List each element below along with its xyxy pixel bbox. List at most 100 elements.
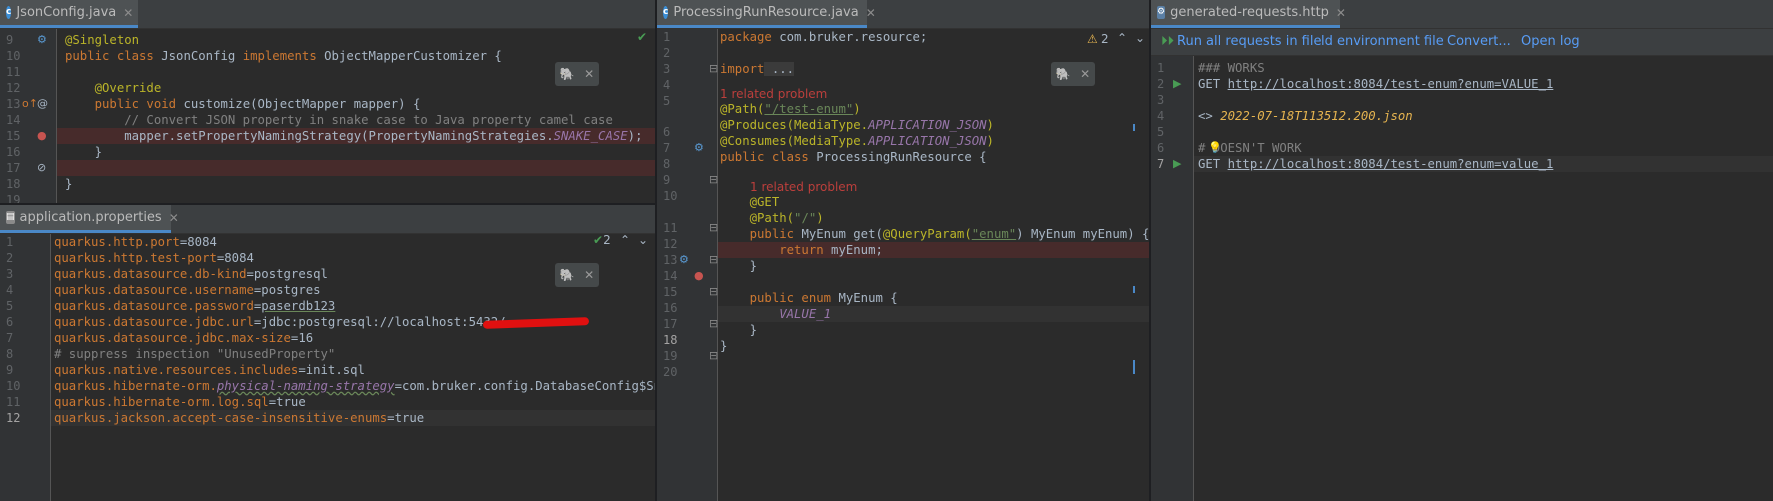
disabled-breakpoint-icon[interactable]: ⊘	[37, 160, 46, 176]
gutter: 9 10 11 12 13 14 15 16 17 18 19 ⚙ o↑ @ ●…	[0, 29, 57, 203]
close-icon[interactable]: ✕	[169, 211, 179, 225]
property-line-current: quarkus.jackson.accept-case-insensitive-…	[51, 410, 655, 426]
fold-icon[interactable]: ⊟	[709, 284, 718, 300]
maven-reload-popup[interactable]: 🐘 ✕	[555, 62, 599, 86]
run-all-button[interactable]: Run all requests in file	[1177, 34, 1322, 49]
line-number: 8	[663, 157, 671, 171]
elephant-icon[interactable]: 🐘	[560, 268, 575, 282]
line-number: 1	[1157, 61, 1165, 75]
chevron-up-icon[interactable]: ⌃	[620, 233, 630, 247]
close-icon[interactable]: ✕	[123, 6, 133, 20]
code-area[interactable]: package com.bruker.resource; import ... …	[718, 29, 1149, 501]
line-number: 3	[6, 267, 14, 281]
warning-count[interactable]: 2	[1101, 32, 1109, 46]
tab-label: ProcessingRunResource.java	[673, 5, 859, 20]
close-icon[interactable]: ✕	[1336, 6, 1346, 20]
chevron-up-icon[interactable]: ⌃	[1117, 31, 1127, 45]
tab-processing-run-resource[interactable]: c ProcessingRunResource.java ✕	[657, 0, 876, 28]
fold-icon[interactable]: ⊟	[709, 172, 718, 188]
app-properties-tabbar: ▤ application.properties ✕	[0, 205, 655, 234]
line-number: 14	[663, 269, 678, 283]
request-url[interactable]: http://localhost:8084/test-enum?enum=VAL…	[1228, 77, 1554, 91]
code-area[interactable]: ### WORKS GET http://localhost:8084/test…	[1194, 60, 1773, 501]
tab-label: generated-requests.http	[1170, 5, 1329, 20]
error-stripe-mark[interactable]	[1133, 286, 1135, 293]
related-problem-hint[interactable]: 1 related problem	[718, 86, 1149, 102]
json-config-editor[interactable]: c JsonConfig.java ✕ 9 10 11 12 13 14 15 …	[0, 0, 655, 203]
code-line: public class ProcessingRunResource {	[720, 150, 987, 164]
http-toolbar: ⏵⏵ Run all requests in file ld environme…	[1151, 29, 1773, 56]
resource-editor[interactable]: c ProcessingRunResource.java ✕ 1 2 3 4 5…	[657, 0, 1149, 501]
line-number: 4	[1157, 109, 1165, 123]
close-icon[interactable]: ✕	[866, 6, 876, 20]
code-line: public MyEnum get(@QueryParam("enum") My…	[720, 227, 1149, 241]
open-log-button[interactable]: Open log	[1521, 34, 1580, 49]
pane-divider[interactable]	[1149, 0, 1151, 501]
add-environment-button[interactable]: ld environment file	[1321, 34, 1444, 49]
response-link[interactable]: <> 2022-07-18T113512.200.json	[1194, 108, 1773, 124]
elephant-icon[interactable]: 🐘	[560, 67, 575, 81]
line-number: 7	[1157, 157, 1165, 171]
code-line: }	[720, 339, 728, 353]
fold-icon[interactable]: ⊟	[709, 61, 718, 77]
line-number: 10	[663, 189, 678, 203]
warning-icon[interactable]: ⚠	[1087, 32, 1098, 46]
app-properties-editor[interactable]: ▤ application.properties ✕ 1 2 3 4 5 6 7…	[0, 205, 655, 501]
line-number: 1	[663, 30, 671, 44]
close-icon[interactable]: ✕	[1080, 67, 1090, 81]
run-all-icon[interactable]: ⏵⏵	[1161, 34, 1174, 49]
convert-button[interactable]: Convert...	[1447, 34, 1511, 49]
c-class-icon: c	[663, 6, 669, 19]
pane-divider[interactable]	[0, 203, 655, 205]
bean-icon[interactable]: ⚙	[37, 32, 47, 48]
chevron-down-icon[interactable]: ⌄	[638, 233, 648, 247]
request-url[interactable]: http://localhost:8084/test-enum?enum=val…	[1228, 157, 1554, 171]
lightbulb-icon[interactable]: 💡	[1208, 140, 1222, 156]
checkmark-icon[interactable]: ✔	[637, 30, 647, 44]
property-line: quarkus.datasource.password=paserdb123	[54, 299, 336, 313]
code-line: package com.bruker.resource;	[720, 30, 928, 44]
json-config-tabbar: c JsonConfig.java ✕	[0, 0, 655, 29]
gutter: 1 2 3 4 5 6 7 8 9 10 11 12	[0, 234, 51, 501]
endpoint-icon[interactable]: ⚙	[694, 140, 704, 156]
line-number: 11	[6, 65, 21, 79]
request-line: GET http://localhost:8084/test-enum?enum…	[1198, 77, 1554, 91]
line-number: 4	[663, 78, 671, 92]
tab-app-properties[interactable]: ▤ application.properties ✕	[0, 205, 179, 233]
maven-reload-popup[interactable]: 🐘 ✕	[555, 263, 599, 287]
fold-icon[interactable]: ⊟	[709, 316, 718, 332]
override-icon[interactable]: o↑	[22, 96, 38, 112]
error-stripe-mark[interactable]	[1133, 360, 1135, 374]
chevron-down-icon[interactable]: ⌄	[1135, 31, 1145, 45]
close-icon[interactable]: ✕	[584, 268, 594, 282]
maven-reload-popup[interactable]: 🐘 ✕	[1051, 62, 1095, 86]
line-number: 13	[663, 253, 678, 267]
error-stripe-mark[interactable]	[1133, 124, 1135, 131]
tab-generated-requests[interactable]: ⚙ generated-requests.http ✕	[1151, 0, 1346, 28]
line-number: 11	[6, 395, 21, 409]
annotation-icon[interactable]: @	[37, 96, 48, 112]
property-line: quarkus.datasource.jdbc.max-size=16	[54, 331, 314, 345]
line-number: 4	[6, 283, 14, 297]
pane-divider[interactable]	[655, 0, 657, 501]
request-comment: ### WORKS	[1198, 61, 1265, 75]
http-requests-editor[interactable]: ⚙ generated-requests.http ✕ ⏵⏵ Run all r…	[1151, 0, 1773, 501]
fold-icon[interactable]: ⊟	[709, 220, 718, 236]
close-icon[interactable]: ✕	[584, 67, 594, 81]
line-number: 6	[1157, 141, 1165, 155]
line-number: 2	[1157, 77, 1165, 91]
run-request-icon[interactable]: ▶	[1173, 156, 1181, 172]
elephant-icon[interactable]: 🐘	[1056, 67, 1071, 81]
warning-count[interactable]: ✔2	[593, 233, 611, 247]
tab-json-config[interactable]: c JsonConfig.java ✕	[0, 0, 138, 28]
code-line-breakpoint: mapper.setPropertyNamingStrategy(Propert…	[57, 128, 655, 144]
code-area[interactable]: @Singleton public class JsonConfig imple…	[57, 32, 655, 203]
run-request-icon[interactable]: ▶	[1173, 76, 1181, 92]
fold-icon[interactable]: ⊟	[709, 348, 718, 364]
line-number: 11	[663, 221, 678, 235]
related-problem-hint[interactable]: 1 related problem	[718, 179, 1149, 195]
breakpoint-icon[interactable]: ●	[694, 268, 704, 284]
endpoint-icon[interactable]: ⚙	[679, 252, 689, 268]
fold-icon[interactable]: ⊟	[709, 252, 718, 268]
breakpoint-icon[interactable]: ●	[37, 128, 47, 144]
